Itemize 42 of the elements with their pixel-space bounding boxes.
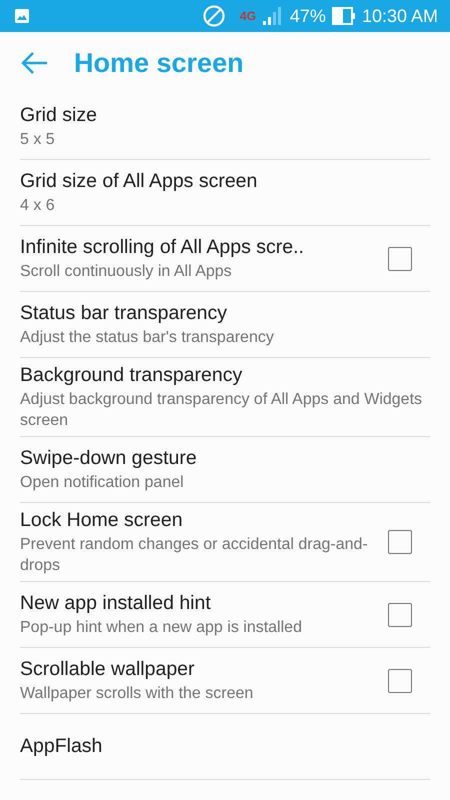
image-icon [14,8,30,24]
signal-icon [262,6,284,26]
setting-title: Background transparency [20,363,244,388]
setting-row[interactable]: Scrollable wallpaper Wallpaper scrolls with the screen [20,648,430,714]
setting-title: Status bar transparency [20,301,228,326]
setting-title: New app installed hint [20,591,212,616]
setting-row[interactable]: Status bar transparency Adjust the status bar's transparency [20,292,430,358]
back-arrow-icon [20,51,48,75]
setting-description: Open notification panel [20,473,185,493]
checkbox[interactable] [388,530,412,554]
setting-row[interactable]: Grid size 5 x 5 [20,94,430,160]
checkbox[interactable] [388,246,412,270]
setting-title: Lock Home screen [20,508,184,533]
setting-row[interactable]: Swipe-down gesture Open notification panel [20,437,430,503]
setting-row[interactable]: Lock Home screen Prevent random changes or accidental drag-and-drops [20,503,430,582]
blocked-icon [202,4,226,28]
setting-title: Swipe-down gesture [20,446,198,471]
setting-row[interactable]: Grid size of All Apps screen 4 x 6 [20,160,430,226]
battery-icon [332,7,356,25]
setting-description: Wallpaper scrolls with the screen [20,684,254,704]
clock: 10:30 AM [362,6,438,26]
setting-title: Scrollable wallpaper [20,657,196,682]
page-title: Home screen [74,48,244,78]
setting-description: Adjust background transparency of All Apps and Widgets screen [20,390,424,431]
setting-description: 4 x 6 [20,196,56,216]
checkbox[interactable] [388,602,412,626]
setting-row[interactable]: New app installed hint Pop-up hint when a new app is installed [20,582,430,648]
battery-percent: 47% [290,6,326,26]
setting-row[interactable]: AppFlash [20,714,430,780]
setting-description: Adjust the status bar's transparency [20,328,275,348]
setting-description: Pop-up hint when a new app is installed [20,618,303,638]
network-type: 4G [240,9,256,23]
setting-title: Infinite scrolling of All Apps scre.. [20,235,305,260]
checkbox[interactable] [388,668,412,692]
setting-description: 5 x 5 [20,130,56,150]
setting-row[interactable]: Infinite scrolling of All Apps scre.. Scroll continuously in All Apps [20,226,430,292]
setting-description: Prevent random changes or accidental drag-and-drops [20,535,369,576]
setting-row[interactable]: Background transparency Adjust background transparency of All Apps and Widgets screen [20,358,430,437]
setting-description: Scroll continuously in All Apps [20,262,233,282]
setting-title: Grid size [20,103,98,128]
setting-title: Grid size of All Apps screen [20,169,258,194]
setting-title: AppFlash [20,734,104,759]
